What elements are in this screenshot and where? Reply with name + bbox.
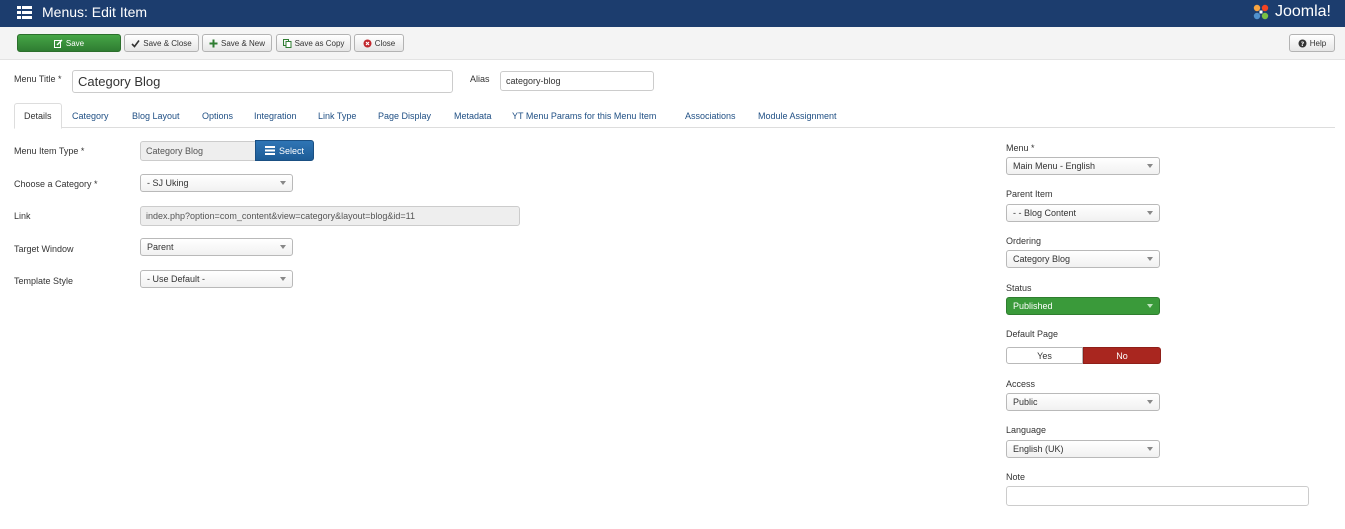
save-as-copy-button[interactable]: Save as Copy (276, 34, 351, 52)
tab-page-display[interactable]: Page Display (369, 103, 440, 128)
save-new-button[interactable]: Save & New (202, 34, 272, 52)
edit-icon (53, 39, 63, 48)
template-style-select[interactable]: - Use Default - (140, 270, 293, 288)
chevron-down-icon (280, 181, 286, 185)
tab-link-type[interactable]: Link Type (309, 103, 365, 128)
save-button[interactable]: Save (17, 34, 121, 52)
joomla-logo-text: Joomla! (1274, 3, 1331, 20)
alias-value: category-blog (506, 76, 561, 86)
close-circle-icon (363, 39, 372, 47)
default-page-no-button[interactable]: No (1083, 347, 1161, 364)
menu-title-label: Menu Title * (14, 74, 62, 84)
tab-options[interactable]: Options (193, 103, 242, 128)
target-window-label: Target Window (14, 244, 74, 254)
access-label: Access (1006, 379, 1036, 389)
parent-item-label: Parent Item (1006, 189, 1053, 199)
tab-yt-menu-params[interactable]: YT Menu Params for this Menu Item (503, 103, 665, 128)
chevron-down-icon (1147, 304, 1153, 308)
language-label: Language (1006, 425, 1047, 435)
default-page-label: Default Page (1006, 329, 1059, 339)
target-window-select[interactable]: Parent (140, 238, 293, 256)
tab-metadata[interactable]: Metadata (445, 103, 501, 128)
copy-icon (282, 38, 292, 48)
select-menu-item-type-button[interactable]: Select (255, 140, 314, 161)
chevron-down-icon (1147, 257, 1153, 261)
admin-header: Menus: Edit Item Joomla! (0, 0, 1345, 27)
chevron-down-icon (280, 277, 286, 281)
help-icon: ? (1298, 39, 1307, 47)
status-label: Status (1006, 283, 1032, 293)
menu-label: Menu * (1006, 143, 1035, 153)
menu-title-input[interactable]: Category Blog (72, 70, 453, 93)
tab-bar: Details Category Blog Layout Options Int… (14, 103, 1335, 129)
menu-list-icon (17, 6, 32, 19)
plus-icon (209, 39, 218, 47)
help-button[interactable]: ? Help (1289, 34, 1335, 52)
note-label: Note (1006, 472, 1026, 482)
alias-input[interactable]: category-blog (500, 71, 654, 91)
joomla-logo[interactable]: Joomla! (1251, 1, 1331, 23)
toolbar: Save Save & Close Save & New Save as Cop… (0, 27, 1345, 60)
check-icon (131, 39, 140, 48)
tab-integration[interactable]: Integration (245, 103, 306, 128)
language-select[interactable]: English (UK) (1006, 440, 1160, 458)
chevron-down-icon (1147, 211, 1153, 215)
chevron-down-icon (1147, 447, 1153, 451)
ordering-select[interactable]: Category Blog (1006, 250, 1160, 268)
svg-text:?: ? (1301, 40, 1305, 47)
save-close-button[interactable]: Save & Close (124, 34, 199, 52)
menu-select[interactable]: Main Menu - English (1006, 157, 1160, 175)
ordering-label: Ordering (1006, 236, 1042, 246)
tab-details[interactable]: Details (14, 103, 62, 129)
choose-category-label: Choose a Category * (14, 179, 98, 189)
parent-item-select[interactable]: - - Blog Content (1006, 204, 1160, 222)
template-style-label: Template Style (14, 276, 74, 286)
menu-item-type-label: Menu Item Type * (14, 146, 85, 156)
tab-category[interactable]: Category (63, 103, 118, 128)
chevron-down-icon (280, 245, 286, 249)
page-title: Menus: Edit Item (42, 4, 148, 20)
menu-title-value: Category Blog (78, 74, 161, 89)
alias-label: Alias (470, 74, 490, 84)
list-icon (264, 146, 275, 155)
joomla-logo-icon (1253, 4, 1269, 20)
note-input[interactable] (1006, 486, 1309, 506)
menu-item-type-field: Category Blog (140, 141, 256, 161)
access-select[interactable]: Public (1006, 393, 1160, 411)
close-button[interactable]: Close (354, 34, 404, 52)
link-label: Link (14, 211, 31, 221)
chevron-down-icon (1147, 400, 1153, 404)
status-select[interactable]: Published (1006, 297, 1160, 315)
category-select[interactable]: - SJ Uking (140, 174, 293, 192)
tab-associations[interactable]: Associations (676, 103, 745, 128)
default-page-yes-button[interactable]: Yes (1006, 347, 1083, 364)
link-field: index.php?option=com_content&view=catego… (140, 206, 520, 226)
chevron-down-icon (1147, 164, 1153, 168)
tab-module-assignment[interactable]: Module Assignment (749, 103, 846, 128)
tab-blog-layout[interactable]: Blog Layout (123, 103, 189, 128)
